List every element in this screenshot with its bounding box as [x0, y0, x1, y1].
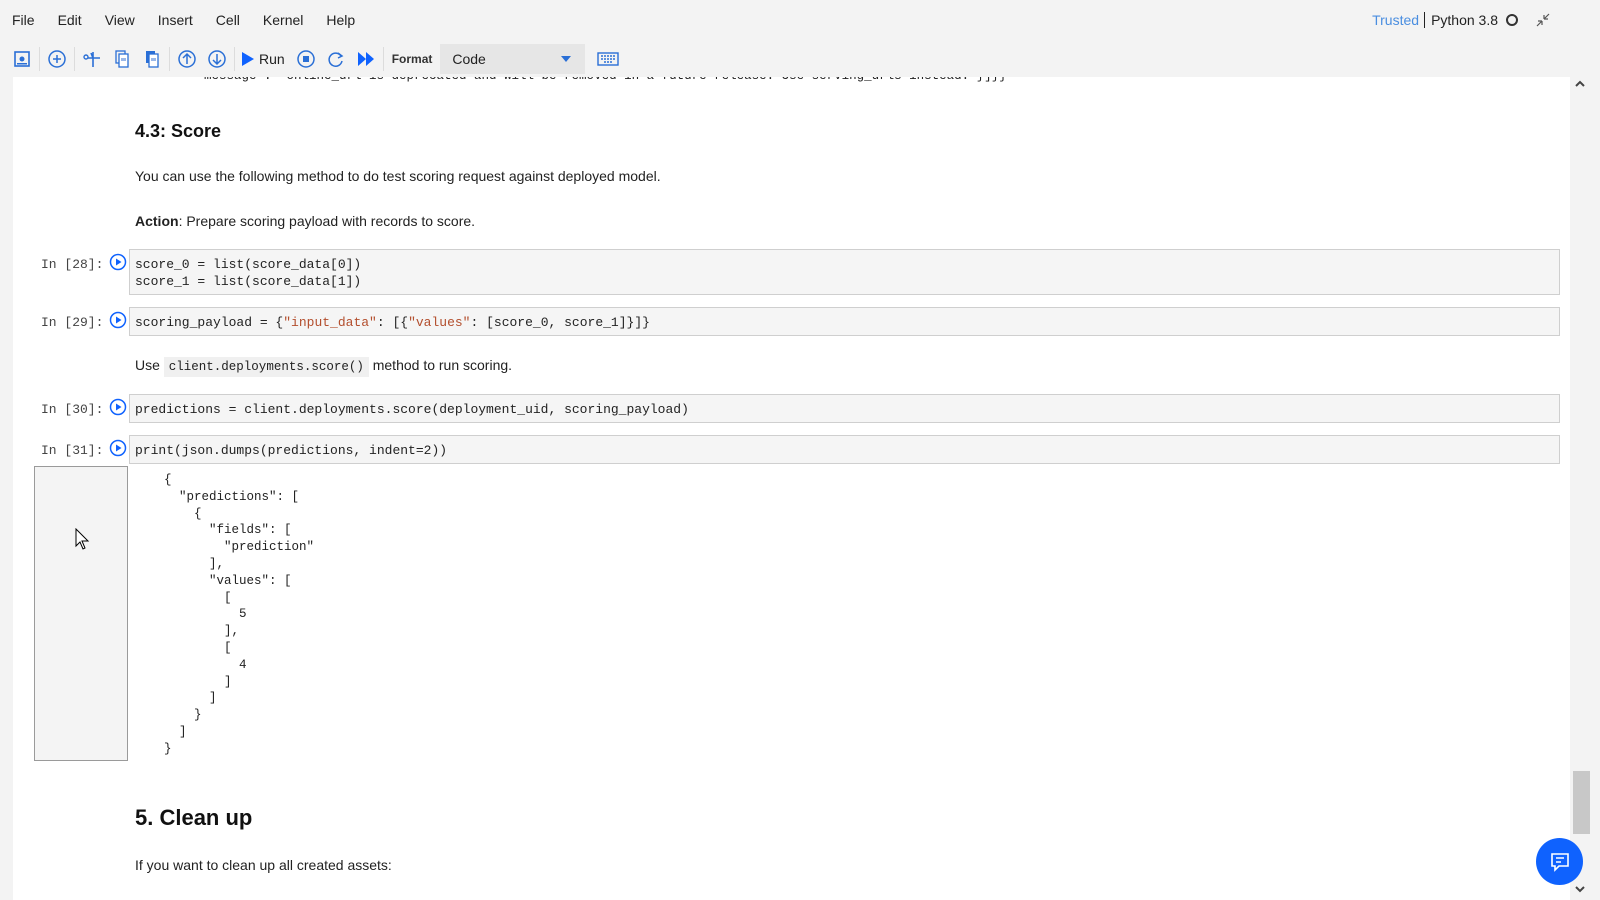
action-description: : Prepare scoring payload with records t… — [178, 213, 476, 229]
section-43-heading: 4.3: Score — [135, 121, 222, 141]
add-cell-icon — [48, 49, 66, 68]
restart-button[interactable] — [321, 44, 351, 74]
scroll-down-icon[interactable] — [1574, 884, 1586, 894]
section-43-description: You can use the following method to do t… — [135, 168, 661, 184]
run-all-icon — [357, 51, 374, 66]
save-button[interactable] — [7, 44, 37, 74]
run-cell-icon[interactable] — [109, 398, 127, 416]
notebook-area: message': 'online_url is deprecated and … — [13, 77, 1570, 900]
trusted-indicator[interactable]: Trusted — [1372, 12, 1426, 28]
chat-button[interactable] — [1536, 838, 1583, 885]
output-collapse-gutter[interactable] — [34, 466, 128, 761]
restart-icon — [328, 51, 344, 67]
cell-output: { "predictions": [ { "fields": [ "predic… — [164, 473, 315, 756]
section-5-description: If you want to clean up all created asse… — [135, 857, 392, 873]
section-5-heading: 5. Clean up — [135, 805, 253, 830]
code-cell-31[interactable]: print(json.dumps(predictions, indent=2)) — [129, 435, 1560, 464]
run-label: Run — [259, 50, 285, 67]
cut-button[interactable] — [77, 44, 107, 74]
cell-type-select[interactable]: Code — [440, 43, 586, 74]
toolbar-divider — [234, 46, 235, 71]
code-segment: : [score_0, score_1]}]} — [470, 315, 650, 330]
run-cell-icon[interactable] — [109, 311, 127, 329]
copy-button[interactable] — [107, 44, 137, 74]
run-icon — [242, 51, 254, 66]
run-cell-icon[interactable] — [109, 253, 127, 271]
cell-prompt: In [29]: — [41, 315, 104, 330]
use-method-text: Use client.deployments.score() method to… — [135, 357, 513, 377]
menubar: File Edit View Insert Cell Kernel Help T… — [0, 0, 1600, 40]
menu-kernel[interactable]: Kernel — [263, 12, 303, 28]
cell-prompt: In [30]: — [41, 402, 104, 417]
move-down-icon — [208, 49, 226, 68]
save-icon — [14, 50, 30, 67]
use-text-post: method to run scoring. — [372, 357, 513, 373]
chat-icon — [1550, 852, 1569, 872]
inline-code: client.deployments.score() — [163, 357, 369, 377]
mouse-cursor-icon — [75, 528, 90, 550]
toolbar-divider — [39, 46, 40, 71]
cell-prompt: In [28]: — [41, 257, 104, 272]
code-string: "input_data" — [283, 315, 377, 330]
copy-icon — [115, 49, 129, 68]
code-cell-29[interactable]: scoring_payload = {"input_data": [{"valu… — [129, 307, 1560, 336]
toolbar-divider — [382, 46, 384, 71]
run-cell-icon[interactable] — [109, 439, 127, 457]
kernel-name[interactable]: Python 3.8 — [1425, 12, 1498, 28]
run-all-button[interactable] — [351, 44, 381, 74]
menu-insert[interactable]: Insert — [158, 12, 193, 28]
cell-type-value: Code — [452, 50, 486, 67]
cut-icon — [83, 51, 100, 67]
cell-prompt: In [31]: — [41, 443, 104, 458]
truncated-output: message': 'online_url is deprecated and … — [204, 77, 1007, 83]
run-button[interactable]: Run — [237, 51, 291, 67]
code-segment: scoring_payload = { — [135, 315, 284, 330]
menu-help[interactable]: Help — [326, 12, 355, 28]
code-cell-28[interactable]: score_0 = list(score_data[0]) score_1 = l… — [129, 249, 1560, 295]
format-label: Format — [391, 51, 433, 66]
move-up-button[interactable] — [172, 44, 202, 74]
action-label: Action — [135, 213, 179, 229]
collapse-icon[interactable] — [1536, 13, 1550, 27]
keyboard-shortcuts-button[interactable] — [591, 44, 625, 74]
kernel-status: Trusted Python 3.8 — [1372, 0, 1600, 40]
code-cell-30[interactable]: predictions = client.deployments.score(d… — [129, 394, 1560, 423]
vertical-scrollbar[interactable] — [1570, 77, 1590, 900]
kernel-idle-icon — [1506, 14, 1518, 26]
action-text: Action: Prepare scoring payload with rec… — [135, 213, 475, 229]
toolbar: Run Format Code — [0, 40, 1600, 77]
move-up-icon — [178, 49, 196, 68]
move-down-button[interactable] — [202, 44, 232, 74]
menu-edit[interactable]: Edit — [58, 12, 82, 28]
use-text-pre: Use — [135, 357, 160, 373]
paste-button[interactable] — [137, 44, 167, 74]
menu-cell[interactable]: Cell — [216, 12, 240, 28]
paste-icon — [146, 50, 159, 68]
scrollbar-thumb[interactable] — [1573, 771, 1590, 834]
menu-file[interactable]: File — [12, 12, 35, 28]
chevron-down-icon — [561, 55, 572, 62]
code-segment: : [{ — [376, 315, 409, 330]
code-string: "values" — [408, 315, 471, 330]
code-line: score_1 = list(score_data[1]) — [135, 274, 362, 289]
menu-view[interactable]: View — [105, 12, 135, 28]
interrupt-icon — [296, 49, 315, 68]
interrupt-button[interactable] — [291, 44, 321, 74]
code-line: score_0 = list(score_data[0]) — [135, 257, 362, 272]
keyboard-icon — [597, 51, 620, 66]
toolbar-divider — [74, 46, 75, 71]
scroll-up-icon[interactable] — [1574, 79, 1586, 89]
toolbar-divider — [169, 46, 170, 71]
insert-cell-button[interactable] — [42, 44, 72, 74]
